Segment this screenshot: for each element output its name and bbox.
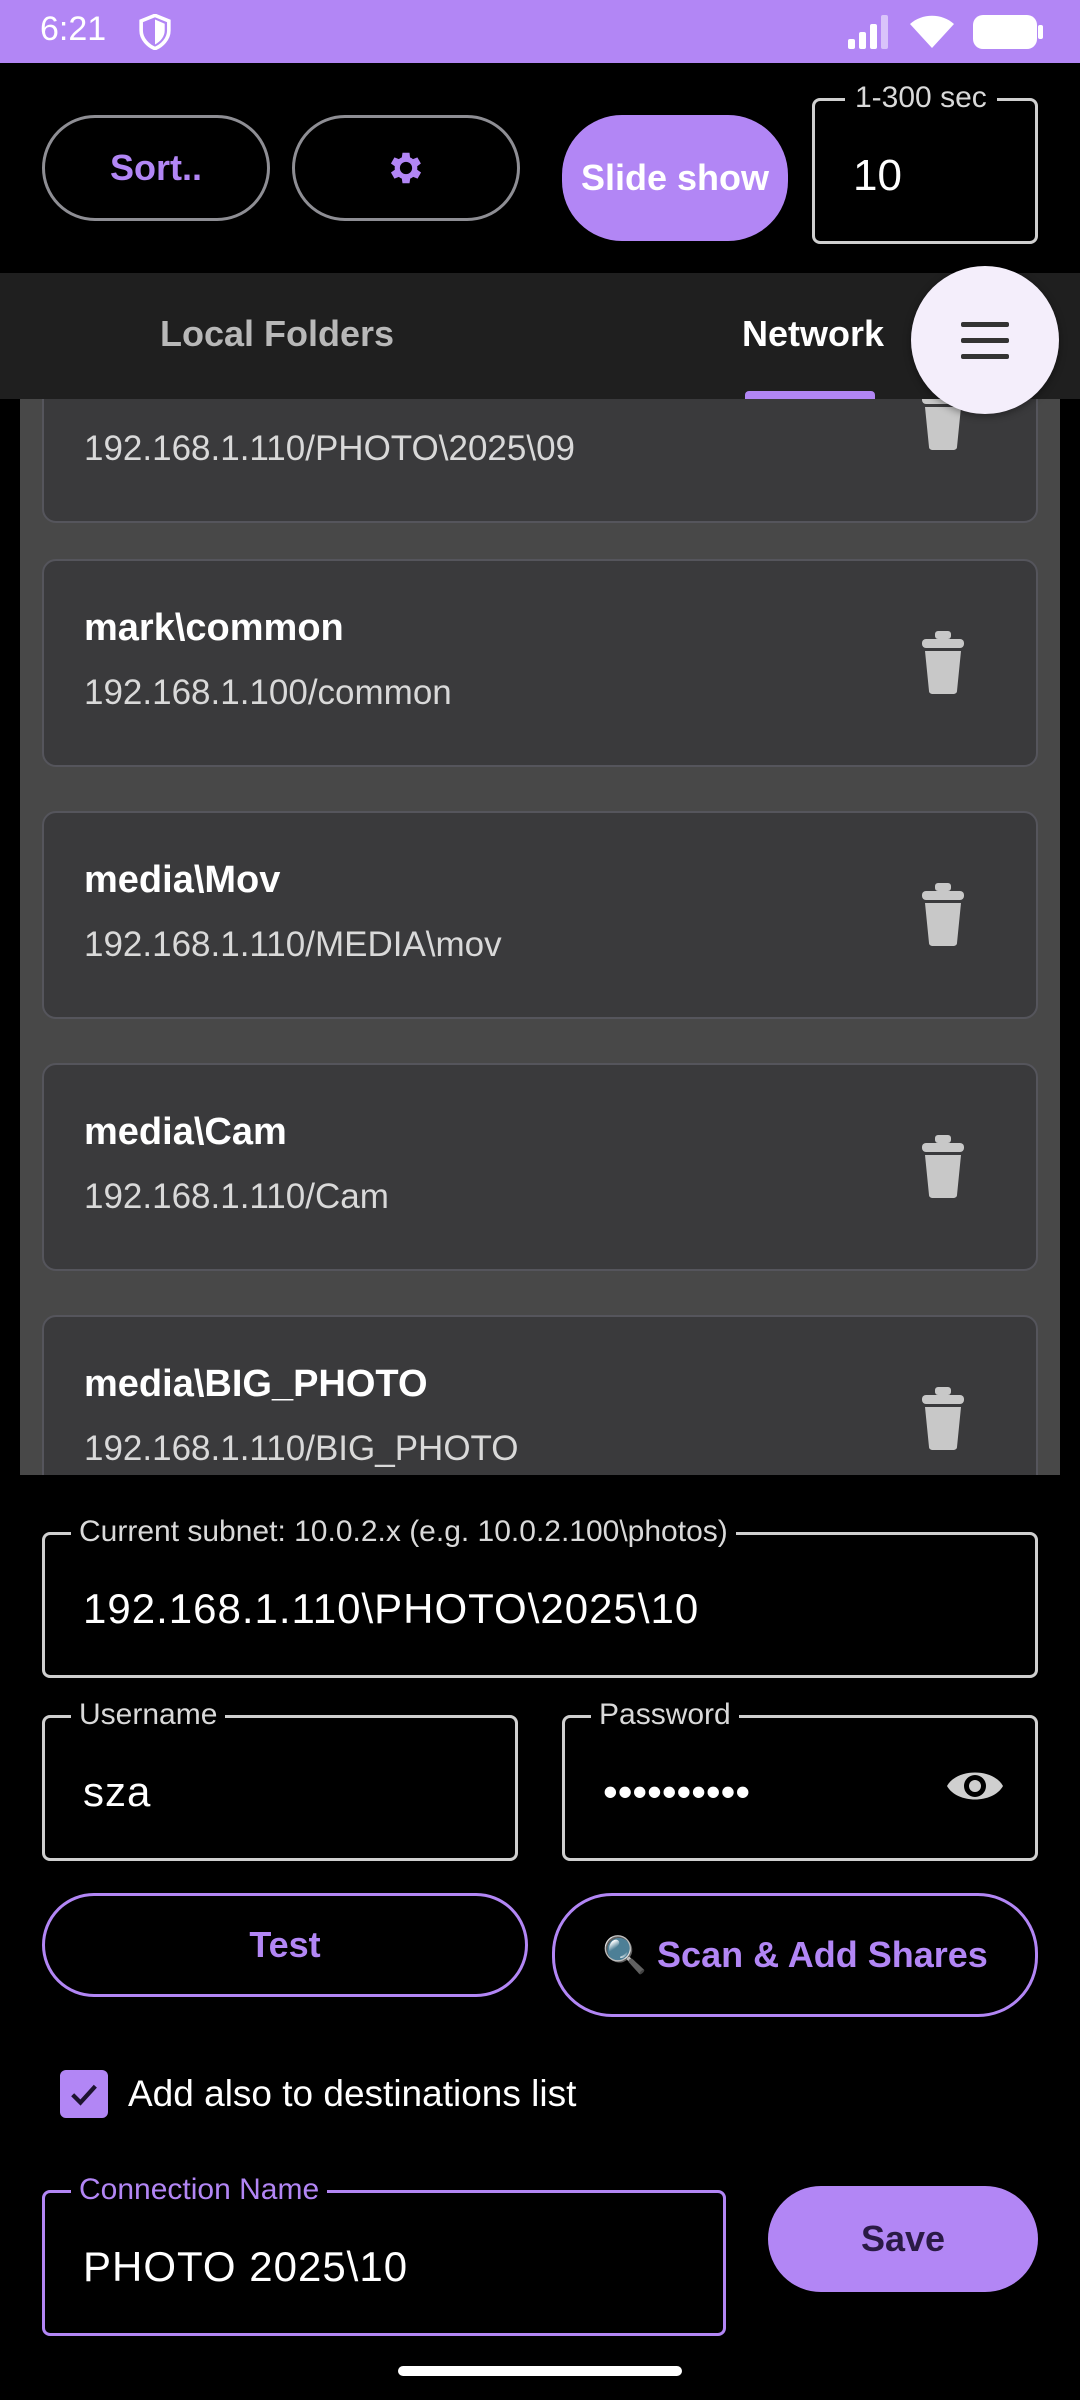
connection-path: 192.168.1.110/BIG_PHOTO <box>84 1429 519 1468</box>
battery-icon <box>973 15 1043 49</box>
list-item[interactable]: mark\common 192.168.1.100/common <box>42 559 1038 767</box>
interval-field[interactable]: 1-300 sec 10 <box>812 81 1038 244</box>
tab-indicator <box>745 391 875 399</box>
password-value: •••••••••• <box>603 1768 751 1815</box>
add-destinations-checkbox[interactable] <box>60 2070 108 2118</box>
tab-network[interactable]: Network <box>742 313 884 355</box>
gear-icon <box>390 152 422 184</box>
scan-shares-button[interactable]: 🔍 Scan & Add Shares <box>552 1893 1038 2017</box>
system-icons <box>848 12 1044 52</box>
connection-name: media\Mov <box>84 859 281 901</box>
settings-button[interactable] <box>292 115 520 221</box>
gesture-nav-handle[interactable] <box>398 2366 682 2376</box>
connection-path: 192.168.1.100/common <box>84 673 452 712</box>
add-destinations-label: Add also to destinations list <box>128 2073 577 2114</box>
password-label: Password <box>591 1698 739 1732</box>
connection-path: 192.168.1.110/PHOTO\2025\09 <box>84 429 576 468</box>
connection-name: media\BIG_PHOTO <box>84 1363 428 1405</box>
share-path-label: Current subnet: 10.0.2.x (e.g. 10.0.2.10… <box>71 1515 736 1549</box>
trash-icon[interactable] <box>920 1385 966 1451</box>
signal-icon <box>848 15 888 49</box>
eye-icon[interactable] <box>945 1764 1005 1808</box>
list-item[interactable]: 192.168.1.110/PHOTO\2025\09 <box>42 399 1038 523</box>
username-label: Username <box>71 1698 226 1732</box>
list-item[interactable]: media\Cam 192.168.1.110/Cam <box>42 1063 1038 1271</box>
connections-list[interactable]: 192.168.1.110/PHOTO\2025\09 mark\common … <box>20 399 1060 1475</box>
checkmark-icon <box>71 2084 97 2106</box>
trash-icon[interactable] <box>920 1133 966 1199</box>
tab-local-folders[interactable]: Local Folders <box>160 313 394 355</box>
connection-name: media\Cam <box>84 1111 287 1153</box>
connection-name: mark\common <box>84 607 344 649</box>
connection-path: 192.168.1.110/MEDIA\mov <box>84 925 502 964</box>
connection-path: 192.168.1.110/Cam <box>84 1177 389 1216</box>
list-item[interactable]: media\Mov 192.168.1.110/MEDIA\mov <box>42 811 1038 1019</box>
add-destinations-row[interactable]: Add also to destinations list <box>60 2066 576 2122</box>
share-path-field[interactable]: Current subnet: 10.0.2.x (e.g. 10.0.2.10… <box>42 1515 1038 1678</box>
trash-icon[interactable] <box>920 881 966 947</box>
test-button[interactable]: Test <box>42 1893 528 1997</box>
share-path-value: 192.168.1.110\PHOTO\2025\10 <box>83 1585 700 1632</box>
username-field[interactable]: Username sza <box>42 1698 518 1861</box>
save-button[interactable]: Save <box>768 2186 1038 2292</box>
sort-button[interactable]: Sort.. <box>42 115 270 221</box>
slideshow-button[interactable]: Slide show <box>562 115 788 241</box>
top-toolbar: Sort.. Slide show 1-300 sec 10 <box>0 63 1080 273</box>
status-time: 6:21 <box>40 10 107 48</box>
trash-icon[interactable] <box>920 629 966 695</box>
password-field[interactable]: Password •••••••••• <box>562 1698 1038 1861</box>
interval-value: 10 <box>853 151 902 200</box>
connection-name-value: PHOTO 2025\10 <box>83 2243 409 2290</box>
status-bar: 6:21 <box>0 0 1080 63</box>
username-value: sza <box>83 1768 152 1815</box>
interval-label: 1-300 sec <box>845 81 997 115</box>
wifi-icon <box>910 15 954 48</box>
list-item[interactable]: media\BIG_PHOTO 192.168.1.110/BIG_PHOTO <box>42 1315 1038 1475</box>
shield-icon <box>139 14 171 50</box>
connection-name-label: Connection Name <box>71 2173 328 2207</box>
connection-name-field[interactable]: Connection Name PHOTO 2025\10 <box>42 2173 726 2336</box>
menu-button[interactable] <box>911 266 1059 414</box>
